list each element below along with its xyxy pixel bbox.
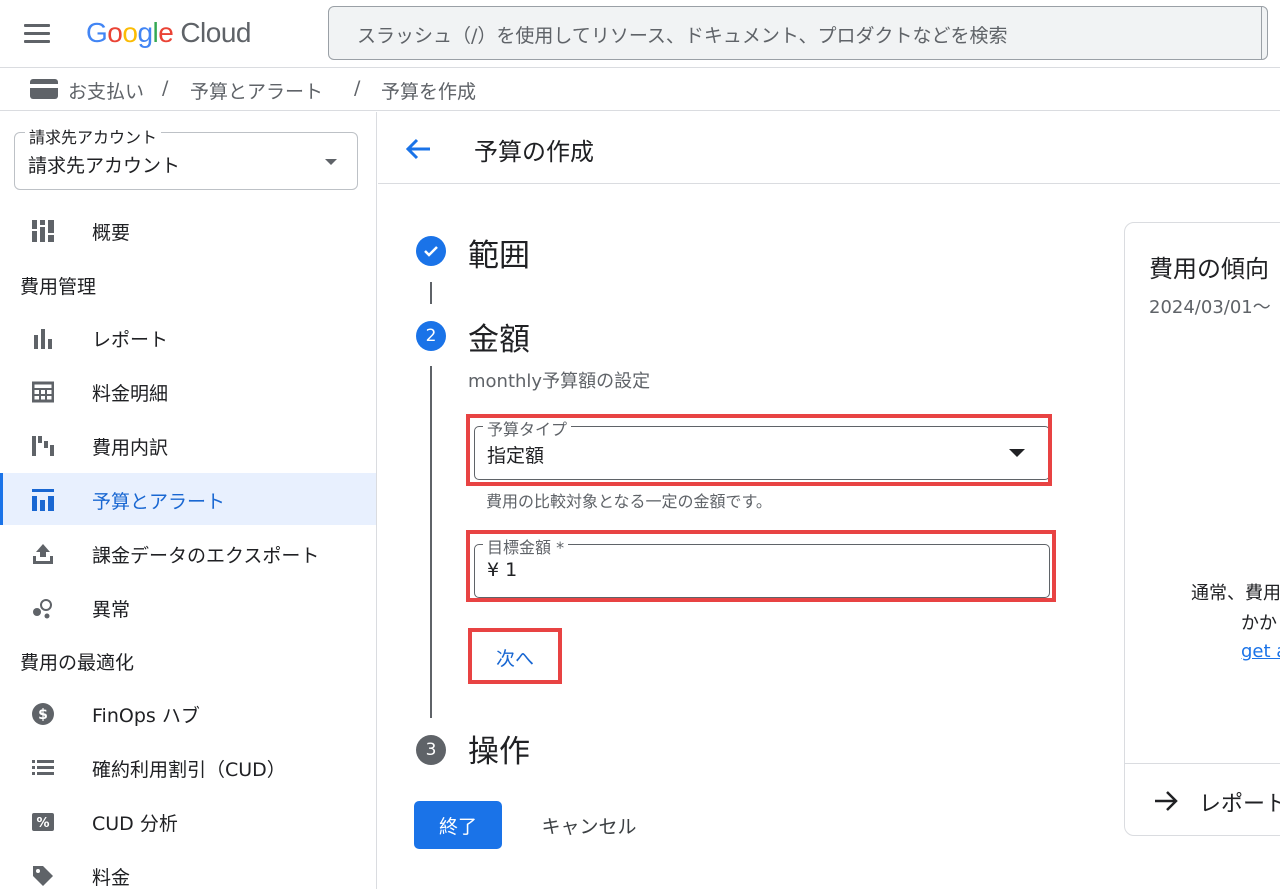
sidebar-item-billing-export[interactable]: 課金データのエクスポート: [0, 527, 376, 579]
budget-icon: [32, 489, 54, 511]
list-icon: [32, 757, 54, 779]
breadcrumb-separator: /: [162, 77, 169, 99]
sidebar-item-label: 費用内訳: [92, 437, 169, 459]
billing-account-value: 請求先アカウント: [28, 155, 181, 177]
chevron-down-icon: [325, 159, 337, 165]
card-message: かか: [1241, 613, 1277, 634]
sidebar-item-anomalies[interactable]: 異常: [0, 581, 376, 633]
amount-number: 1: [505, 559, 518, 581]
breadcrumb-billing[interactable]: お支払い: [68, 77, 144, 104]
step-actions-title: 操作: [468, 734, 530, 770]
sidebar-item-label: 料金: [92, 867, 131, 889]
cancel-button[interactable]: キャンセル: [524, 801, 654, 849]
page-header: 予算の作成: [378, 112, 1280, 184]
sidebar: 請求先アカウント 請求先アカウント 概要 費用管理 レポート 料金明細 費用内訳…: [0, 112, 377, 889]
amount-subtitle: monthly予算額の設定: [468, 371, 651, 392]
next-button[interactable]: 次へ: [474, 636, 556, 678]
cost-trend-card: 費用の傾向 2024/03/01〜 通常、費用 かか get a レポート: [1124, 222, 1280, 836]
sidebar-item-pricing[interactable]: 料金: [0, 849, 376, 889]
svg-text:%: %: [36, 816, 49, 831]
search-input[interactable]: スラッシュ（/）を使用してリソース、ドキュメント、プロダクトなどを検索: [328, 6, 1268, 60]
arrow-right-icon: [1153, 788, 1179, 818]
step-number-3: 3: [416, 735, 446, 765]
sidebar-item-budgets-alerts[interactable]: 予算とアラート: [0, 473, 376, 525]
currency-symbol: ¥: [487, 559, 500, 581]
breadcrumb-create-budget: 予算を作成: [381, 81, 477, 103]
section-cost-management: 費用管理: [20, 276, 97, 298]
section-cost-optimization: 費用の最適化: [20, 652, 135, 674]
svg-text:$: $: [38, 707, 48, 723]
breadcrumb-budgets-alerts[interactable]: 予算とアラート: [190, 77, 323, 104]
target-amount-value: ¥ 1: [487, 559, 517, 581]
sidebar-item-cost-breakdown[interactable]: 費用内訳: [0, 419, 376, 471]
card-message: 通常、費用: [1191, 583, 1280, 604]
percent-icon: %: [32, 811, 54, 833]
table-icon: [32, 381, 54, 403]
sidebar-item-overview[interactable]: 概要: [0, 204, 376, 256]
card-date-range: 2024/03/01〜: [1149, 297, 1271, 318]
billing-account-label: 請求先アカウント: [25, 124, 162, 148]
export-icon: [32, 543, 54, 565]
budget-type-select[interactable]: 予算タイプ 指定額: [474, 416, 1050, 480]
sidebar-item-label: 確約利用割引（CUD）: [92, 759, 286, 781]
back-arrow-icon[interactable]: [404, 134, 434, 164]
view-report-link[interactable]: レポート: [1125, 763, 1280, 835]
dashboard-icon: [32, 220, 54, 242]
sidebar-item-label: 異常: [92, 599, 131, 621]
budget-type-helper: 費用の比較対象となる一定の金額です。: [486, 492, 772, 511]
step-connector: [430, 366, 432, 718]
sidebar-item-label: 予算とアラート: [92, 491, 226, 513]
anomaly-icon: [32, 597, 54, 619]
billing-account-select[interactable]: 請求先アカウント 請求先アカウント: [14, 124, 358, 190]
top-bar: Google Cloud スラッシュ（/）を使用してリソース、ドキュメント、プロダ…: [0, 0, 1280, 68]
sidebar-item-finops-hub[interactable]: $ FinOps ハブ: [0, 687, 376, 739]
target-amount-label: 目標金額 *: [483, 534, 569, 558]
sidebar-item-cud[interactable]: 確約利用割引（CUD）: [0, 741, 376, 793]
sidebar-item-label: CUD 分析: [92, 813, 178, 835]
google-cloud-logo[interactable]: Google Cloud: [86, 14, 251, 52]
waterfall-chart-icon: [32, 435, 54, 457]
finish-button[interactable]: 終了: [414, 801, 502, 849]
tag-icon: [32, 865, 54, 887]
card-link[interactable]: get a: [1241, 641, 1280, 662]
sidebar-item-label: 課金データのエクスポート: [92, 545, 320, 567]
sidebar-item-label: 料金明細: [92, 383, 169, 405]
step-amount-title: 金額: [468, 322, 530, 358]
page-title: 予算の作成: [474, 138, 594, 166]
card-title: 費用の傾向: [1149, 255, 1269, 283]
search-divider: [1261, 7, 1262, 59]
check-icon: [416, 236, 446, 266]
dollar-icon: $: [32, 703, 54, 725]
budget-type-value: 指定額: [487, 445, 545, 467]
sidebar-item-label: 概要: [92, 222, 131, 244]
sidebar-item-reports[interactable]: レポート: [0, 311, 376, 363]
dropdown-arrow-icon: [1009, 449, 1025, 457]
target-amount-field[interactable]: 目標金額 * ¥ 1: [474, 534, 1050, 598]
main-menu-icon[interactable]: [20, 18, 54, 48]
view-report-label: レポート: [1199, 792, 1280, 817]
step-scope-title[interactable]: 範囲: [468, 230, 530, 275]
step-number-2: 2: [416, 321, 446, 351]
bar-chart-icon: [32, 327, 54, 349]
billing-card-icon: [30, 79, 58, 99]
sidebar-item-label: FinOps ハブ: [92, 705, 200, 727]
breadcrumb: お支払い / 予算とアラート / 予算を作成: [0, 69, 1280, 111]
step-connector: [430, 282, 432, 304]
sidebar-item-cud-analysis[interactable]: % CUD 分析: [0, 795, 376, 847]
search-placeholder: スラッシュ（/）を使用してリソース、ドキュメント、プロダクトなどを検索: [357, 25, 1008, 47]
budget-type-label: 予算タイプ: [483, 416, 572, 440]
sidebar-item-label: レポート: [92, 329, 169, 351]
sidebar-item-pricing-table[interactable]: 料金明細: [0, 365, 376, 417]
breadcrumb-separator: /: [354, 77, 361, 99]
